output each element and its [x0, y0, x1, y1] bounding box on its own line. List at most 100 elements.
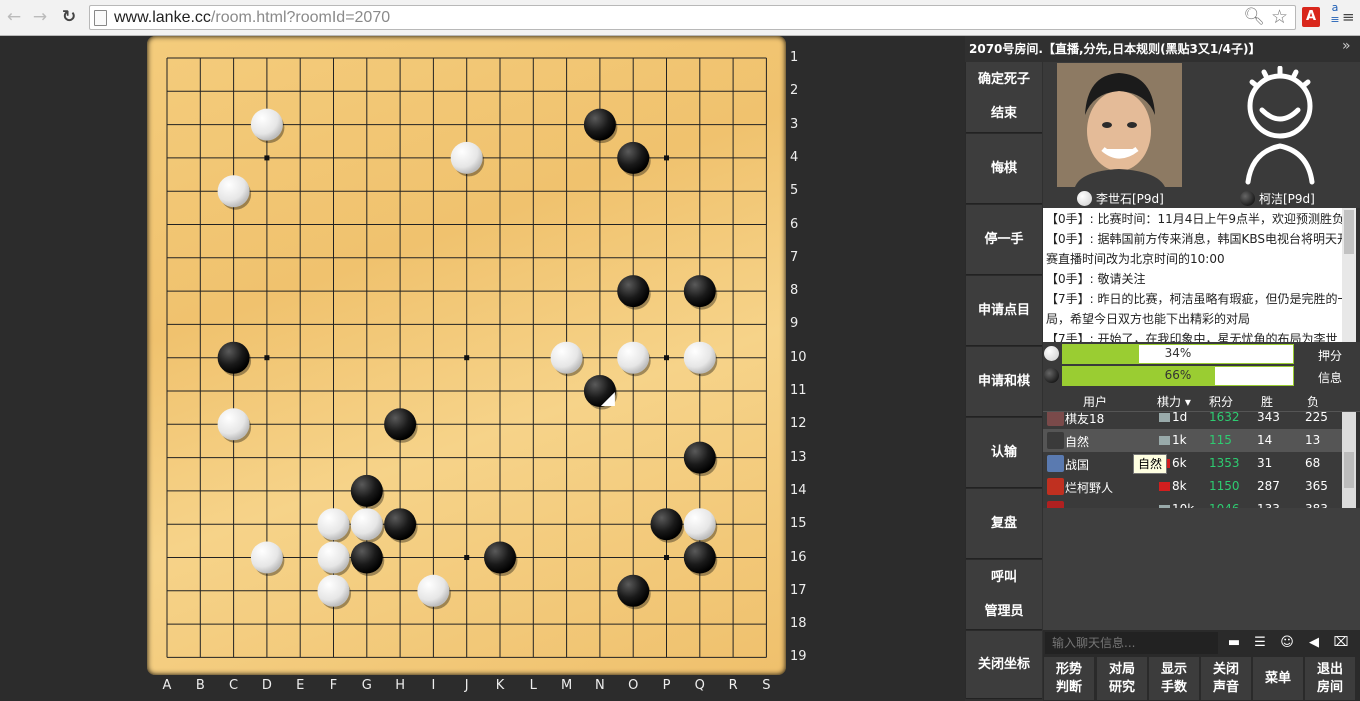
column-label: K	[495, 678, 505, 693]
col-lose[interactable]: 负	[1307, 393, 1319, 410]
user-row[interactable]: 烂柯野人 8k 1150 287 365	[1043, 475, 1343, 498]
white-win-label: 34%	[1164, 346, 1192, 360]
row-label: 2	[790, 83, 799, 99]
user-score: 1632	[1209, 412, 1240, 424]
black-stone	[617, 574, 651, 610]
exit-room-button[interactable]: 退出 房间	[1305, 657, 1355, 700]
black-stone-icon	[1240, 191, 1255, 206]
resign-button[interactable]: 认输	[966, 418, 1042, 488]
col-user[interactable]: 用户	[1083, 393, 1107, 410]
star-icon[interactable]: ☆	[1271, 6, 1288, 28]
user-row[interactable]: 10k1046133383	[1043, 498, 1343, 508]
menu-icon[interactable]: ≡	[1342, 8, 1355, 26]
row-label: 5	[790, 183, 799, 199]
user-list-scrollbar[interactable]	[1342, 412, 1356, 508]
black-win-bar: 66%	[1062, 366, 1294, 386]
column-label: O	[628, 678, 639, 693]
admin-label: 管理员	[984, 603, 1024, 619]
user-table-header: 用户 棋力 ▾ 积分 胜 负	[1043, 390, 1360, 412]
toggle-coordinates-button[interactable]: 关闭坐标	[966, 631, 1042, 699]
bet-button[interactable]: 押分	[1318, 347, 1342, 364]
position-judge-button[interactable]: 形势 判断	[1044, 657, 1094, 700]
column-label: E	[296, 678, 305, 693]
request-draw-button[interactable]: 申请和棋	[966, 347, 1042, 417]
column-label: I	[431, 678, 436, 693]
rank-flag-icon	[1159, 482, 1170, 491]
chat-message: 【0手】: 据韩国前方传来消息，韩国KBS电视台将明天开赛直播时间改为北京时间的…	[1046, 232, 1350, 266]
user-avatar	[1047, 455, 1064, 472]
user-wins: 14	[1257, 433, 1273, 447]
request-count-button[interactable]: 申请点目	[966, 276, 1042, 346]
finish-label: 结束	[990, 106, 1017, 121]
message-icon[interactable]: ▬	[1226, 635, 1242, 651]
megaphone-icon[interactable]: ◀	[1306, 635, 1322, 651]
row-label: 6	[790, 216, 799, 232]
column-label: A	[162, 678, 172, 693]
white-stone	[250, 108, 285, 144]
black-stone	[384, 508, 418, 543]
btn-line: 关闭	[1212, 661, 1239, 677]
trash-icon[interactable]: ⌧	[1333, 635, 1349, 651]
confirm-dead-label: 确定死子	[977, 72, 1030, 87]
zoom-icon[interactable]: 🔍︎	[1243, 7, 1265, 27]
pdf-extension-icon[interactable]: A	[1302, 7, 1320, 27]
column-label: F	[329, 678, 338, 693]
user-scroll-thumb[interactable]	[1344, 452, 1354, 488]
emoji-icon[interactable]: ☺	[1279, 635, 1295, 651]
row-label: 3	[790, 116, 799, 132]
black-stone	[384, 408, 418, 443]
column-label: C	[229, 678, 239, 693]
chat-scrollbar[interactable]	[1342, 208, 1356, 342]
url-path: /room.html?roomId=2070	[210, 9, 391, 26]
replay-button[interactable]: 复盘	[966, 489, 1042, 559]
black-stone	[617, 141, 651, 177]
undo-button[interactable]: 悔棋	[966, 134, 1042, 204]
chat-scroll-thumb[interactable]	[1344, 210, 1354, 254]
btn-line: 对局	[1108, 661, 1135, 677]
board-grid[interactable]	[147, 36, 786, 675]
user-panel-empty	[1043, 508, 1360, 630]
black-win-label: 66%	[1164, 368, 1192, 382]
user-avatar	[1047, 478, 1064, 495]
forward-icon[interactable]: →	[29, 6, 51, 28]
back-icon[interactable]: ←	[3, 6, 25, 28]
user-list[interactable]: 棋友18 1d 1632 343 225 自然 1k 115 14 13 战国 6k 1353 31 68 烂…	[1043, 412, 1356, 508]
user-rank: 1d	[1172, 412, 1188, 424]
list-icon[interactable]: ☰	[1252, 635, 1268, 651]
user-wins: 31	[1257, 456, 1273, 470]
white-stone	[317, 574, 351, 610]
column-label: M	[560, 678, 573, 693]
chat-log[interactable]: 【0手】: 比赛时间：11月4日上午9点半，欢迎预测胜负 【0手】: 据韩国前方…	[1043, 208, 1356, 342]
btn-line: 房间	[1316, 679, 1343, 695]
undo-label: 悔棋	[990, 160, 1017, 176]
reload-icon[interactable]: ↻	[58, 6, 80, 28]
mute-button[interactable]: 关闭 声音	[1201, 657, 1251, 700]
user-row[interactable]: 自然 1k 115 14 13	[1043, 429, 1343, 452]
user-row[interactable]: 战国 6k 1353 31 68	[1043, 452, 1343, 475]
white-stone	[450, 141, 485, 177]
white-stone	[683, 508, 718, 543]
row-label: 13	[790, 449, 807, 465]
col-score[interactable]: 积分	[1209, 393, 1233, 410]
pass-button[interactable]: 停一手	[966, 205, 1042, 275]
col-win[interactable]: 胜	[1261, 393, 1273, 410]
confirm-dead-stones-button[interactable]: 确定死子 结束	[966, 62, 1042, 133]
collapse-icon[interactable]: »	[1342, 38, 1351, 54]
pass-label: 停一手	[984, 231, 1024, 247]
call-admin-button[interactable]: 呼叫 管理员	[966, 560, 1042, 630]
info-button[interactable]: 信息	[1318, 369, 1342, 386]
white-stone	[317, 541, 351, 576]
go-board[interactable]	[147, 36, 786, 675]
row-label: 14	[790, 482, 807, 498]
white-player-label: 李世石[P9d]	[1096, 192, 1164, 206]
browser-toolbar: ← → ↻ www.lanke.cc/room.html?roomId=2070…	[0, 0, 1360, 36]
translate-extension-icon[interactable]: a ≡	[1328, 2, 1342, 30]
star-point	[664, 155, 669, 161]
chat-input[interactable]	[1045, 632, 1218, 654]
user-row[interactable]: 棋友18 1d 1632 343 225	[1043, 412, 1343, 429]
show-move-numbers-button[interactable]: 显示 手数	[1149, 657, 1199, 700]
address-bar[interactable]: www.lanke.cc/room.html?roomId=2070 🔍︎ ☆	[89, 5, 1296, 30]
col-rank[interactable]: 棋力 ▾	[1157, 393, 1191, 410]
menu-button[interactable]: 菜单	[1253, 657, 1303, 700]
study-button[interactable]: 对局 研究	[1097, 657, 1147, 700]
